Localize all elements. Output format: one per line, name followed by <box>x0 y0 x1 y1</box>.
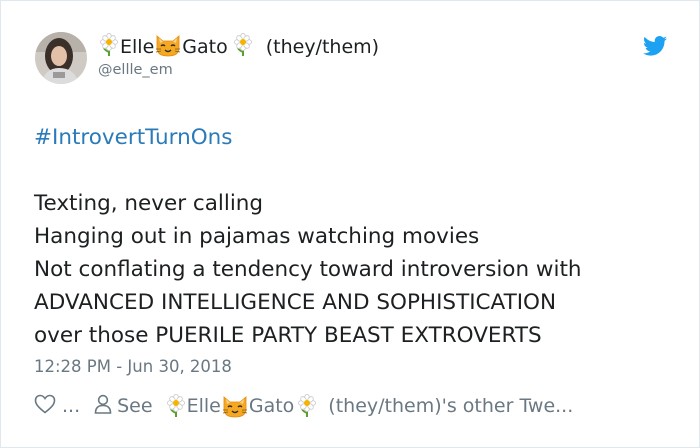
daisy-flower-icon <box>296 394 318 418</box>
cat-face-icon <box>154 32 182 63</box>
cat-face-icon <box>221 393 249 419</box>
display-name-part2: Gato <box>182 36 228 58</box>
display-name-part1: Elle <box>120 36 155 58</box>
see-name-part2: Gato <box>248 395 295 417</box>
daisy-flower-icon <box>232 32 254 62</box>
tweet-line: Hanging out in pajamas watching movies <box>34 224 480 249</box>
tweet-line: Not conflating a tendency toward introve… <box>34 257 582 282</box>
like-button[interactable]: ... <box>34 394 80 419</box>
tweet-body: #IntrovertTurnOns Texting, never calling… <box>34 121 582 352</box>
tweet-line: ADVANCED INTELLIGENCE AND SOPHISTICATION <box>34 290 557 315</box>
author-pronouns: (they/them) <box>265 36 380 58</box>
author-handle[interactable]: @ellle_em <box>98 62 173 78</box>
twitter-bird-icon[interactable] <box>643 36 667 56</box>
person-outline-icon <box>94 394 112 419</box>
see-label: See <box>117 395 153 417</box>
daisy-flower-icon <box>98 32 120 62</box>
daisy-flower-icon <box>165 394 187 418</box>
like-count: ... <box>62 395 81 417</box>
see-name-part1: Elle <box>186 395 221 417</box>
avatar[interactable] <box>35 32 87 84</box>
tweet-line: over those PUERILE PARTY BEAST EXTROVERT… <box>34 323 542 348</box>
heart-outline-icon <box>34 394 56 419</box>
tweet-actions: ... See Elle Gato (they/them)'s other Tw… <box>34 390 573 422</box>
hashtag-link[interactable]: #IntrovertTurnOns <box>34 121 582 154</box>
tweet-line: Texting, never calling <box>34 191 264 216</box>
author-name-row[interactable]: Elle Gato (they/them) <box>98 32 380 63</box>
tweet-timestamp[interactable]: 12:28 PM - Jun 30, 2018 <box>34 357 232 376</box>
see-other-tweets-link[interactable]: See Elle Gato (they/them)'s other Twe... <box>94 393 573 419</box>
see-suffix: (they/them)'s other Twe... <box>328 395 574 417</box>
tweet-card: Elle Gato (they/them) @ellle_em #Introve… <box>0 0 700 448</box>
